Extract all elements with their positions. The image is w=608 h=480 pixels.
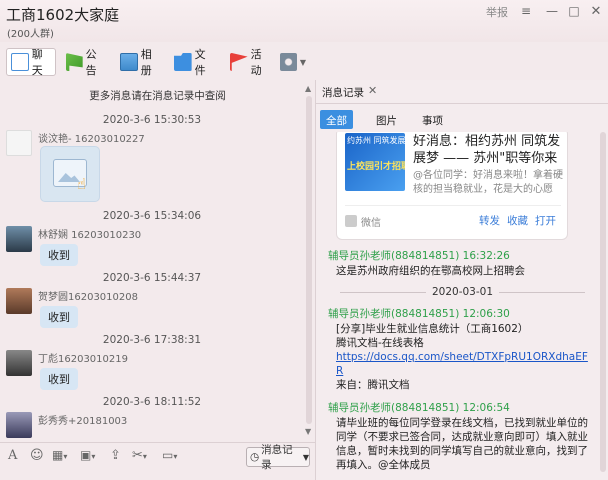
- more-icon[interactable]: ▭▾: [162, 448, 177, 466]
- avatar[interactable]: [6, 288, 32, 314]
- pointer-hand-icon: ☝: [77, 175, 87, 193]
- message-sender[interactable]: 谈汶艳- 16203010227: [38, 130, 145, 145]
- more-history-link[interactable]: 更多消息请在消息记录中查阅: [0, 88, 315, 103]
- gear-icon: [280, 53, 297, 71]
- subtab-all[interactable]: 全部: [320, 110, 353, 129]
- record-text: 请毕业班的每位同学登录在线文档，已找到就业单位的同学（不要求已签合同，达成就业意…: [336, 417, 588, 471]
- gif-icon[interactable]: ▦▾: [52, 448, 67, 466]
- message-history-button[interactable]: ◷ 消息记录 ▼: [246, 444, 310, 471]
- subtab-pictures[interactable]: 图片: [370, 110, 403, 129]
- avatar[interactable]: [6, 226, 32, 252]
- card-divider: [345, 205, 561, 206]
- message-time: 2020-3-6 15:30:53: [102, 114, 202, 126]
- records-panel: 消息记录 ✕ 全部 图片 事项 约苏州 同筑发展 上校园引才招聘 好消息：相约苏…: [315, 80, 608, 480]
- tab-album[interactable]: 相册: [116, 48, 164, 77]
- thumbnail-caption: 上校园引才招聘: [347, 162, 405, 172]
- scroll-down-icon[interactable]: ▼: [305, 427, 311, 436]
- records-tab-header: 消息记录 ✕: [316, 80, 608, 104]
- chat-area: 更多消息请在消息记录中查阅 2020-3-6 15:30:53 谈汶艳- 162…: [0, 80, 315, 440]
- subtab-items[interactable]: 事项: [416, 110, 449, 129]
- member-count[interactable]: (200人群): [7, 25, 54, 40]
- record-sender[interactable]: 辅导员孙老师(884814851) 16:32:26: [328, 248, 510, 263]
- records-tab-title[interactable]: 消息记录: [322, 85, 364, 100]
- message-time: 2020-3-6 15:44:37: [102, 272, 202, 284]
- tab-files-label: 文件: [194, 48, 206, 77]
- records-list: 约苏州 同筑发展 上校园引才招聘 好消息：相约苏州 同筑发展梦 —— 苏州"职等…: [316, 132, 608, 480]
- photo-icon: [120, 53, 138, 71]
- input-toolbar: A ☺ ▦▾ ▣▾ ⇪ ✂▾ ▭▾ ◷ 消息记录 ▼: [0, 442, 315, 472]
- title-bar: 工商1602大家庭 (200人群) 举报 ≡ — □ ✕: [0, 0, 608, 42]
- image-message[interactable]: ☝: [40, 146, 100, 202]
- article-description: @各位同学：好消息来啦！拿着硬核的担当稳就业，花是大的心愿求...: [413, 170, 563, 195]
- font-icon[interactable]: A: [8, 448, 17, 466]
- tab-notice-label: 公告: [85, 48, 97, 77]
- group-toolbar: 聊天 公告 相册 文件 活动 ▼: [0, 42, 608, 80]
- menu-icon[interactable]: ≡: [518, 4, 534, 20]
- favorite-link[interactable]: 收藏: [507, 213, 528, 228]
- message-time: 2020-3-6 18:11:52: [102, 396, 202, 408]
- share-source: 来自：腾讯文档: [336, 379, 410, 391]
- message-sender[interactable]: 林舒娴 16203010230: [38, 226, 141, 241]
- share-link[interactable]: https://docs.qq.com/sheet/DTXFpRU1ORXdha…: [336, 350, 594, 378]
- article-title: 好消息：相约苏州 同筑发展梦 —— 苏州"职等你来 · 云"线上校园引才招聘会.…: [413, 134, 561, 166]
- tab-activity-label: 活动: [250, 48, 262, 77]
- scroll-up-icon[interactable]: ▲: [305, 84, 311, 93]
- shared-article-card[interactable]: 约苏州 同筑发展 上校园引才招聘 好消息：相约苏州 同筑发展梦 —— 苏州"职等…: [336, 132, 568, 240]
- records-subtabs: 全部 图片 事项: [316, 108, 608, 130]
- tab-chat-label: 聊天: [31, 48, 43, 77]
- minimize-icon[interactable]: —: [544, 4, 560, 20]
- message-time: 2020-3-6 17:38:31: [102, 334, 202, 346]
- upload-icon[interactable]: ⇪: [110, 448, 121, 466]
- scroll-thumb[interactable]: [306, 96, 312, 424]
- scissors-icon[interactable]: ✂▾: [132, 448, 147, 466]
- message-sender[interactable]: 丁彪16203010219: [38, 350, 128, 365]
- forward-link[interactable]: 转发: [479, 213, 500, 228]
- tab-files[interactable]: 文件: [170, 48, 218, 77]
- record-sender[interactable]: 辅导员孙老师(884814851) 12:06:30: [328, 306, 510, 321]
- maximize-icon[interactable]: □: [566, 4, 582, 20]
- megaphone-icon: [66, 53, 83, 71]
- chevron-down-icon: ▼: [299, 57, 306, 67]
- emoji-icon[interactable]: ☺: [30, 448, 44, 466]
- tab-chat[interactable]: 聊天: [6, 48, 56, 77]
- date-divider: 2020-03-01: [316, 286, 608, 298]
- message-sender[interactable]: 贺梦圆16203010208: [38, 288, 138, 303]
- message-time: 2020-3-6 15:34:06: [102, 210, 202, 222]
- open-link[interactable]: 打开: [535, 213, 556, 228]
- chat-icon: [11, 53, 29, 71]
- avatar[interactable]: [6, 350, 32, 376]
- wechat-icon: [345, 215, 357, 227]
- tab-activity[interactable]: 活动: [226, 48, 274, 77]
- text-bubble[interactable]: 收到: [40, 244, 78, 266]
- record-sender[interactable]: 辅导员孙老师(884814851) 12:06:54: [328, 400, 510, 415]
- chat-scrollbar[interactable]: ▲ ▼: [304, 80, 314, 440]
- record-share: [分享]毕业生就业信息统计（工商1602） 腾讯文档-在线表格 https://…: [336, 322, 594, 392]
- group-title: 工商1602大家庭: [6, 6, 120, 24]
- records-scrollbar[interactable]: [599, 132, 607, 480]
- clock-icon: ◷: [250, 451, 260, 463]
- avatar[interactable]: [6, 412, 32, 438]
- message-sender[interactable]: 彭秀秀+20181003: [38, 412, 127, 427]
- image-icon[interactable]: ▣▾: [80, 448, 95, 466]
- share-title: [分享]毕业生就业信息统计（工商1602）: [336, 323, 529, 335]
- article-source: 微信: [361, 218, 381, 229]
- folder-icon: [174, 53, 192, 71]
- thumbnail-caption-top: 约苏州 同筑发展: [347, 136, 405, 145]
- text-bubble[interactable]: 收到: [40, 368, 78, 390]
- avatar[interactable]: [6, 130, 32, 156]
- flag-icon: [230, 53, 248, 71]
- tab-notice[interactable]: 公告: [62, 48, 108, 77]
- share-subtitle: 腾讯文档-在线表格: [336, 337, 424, 349]
- settings-button[interactable]: ▼: [276, 48, 310, 76]
- close-icon[interactable]: ✕: [368, 84, 377, 97]
- report-button[interactable]: 举报: [486, 4, 508, 20]
- chevron-down-icon: ▼: [302, 452, 309, 462]
- message-history-label: 消息记录: [261, 444, 293, 471]
- article-thumbnail: 约苏州 同筑发展 上校园引才招聘: [345, 133, 405, 191]
- text-bubble[interactable]: 收到: [40, 306, 78, 328]
- close-icon[interactable]: ✕: [588, 4, 604, 20]
- record-text: 这是苏州政府组织的在鄂高校网上招聘会: [336, 265, 525, 277]
- tab-album-label: 相册: [140, 48, 152, 77]
- records-scroll-thumb[interactable]: [600, 132, 606, 472]
